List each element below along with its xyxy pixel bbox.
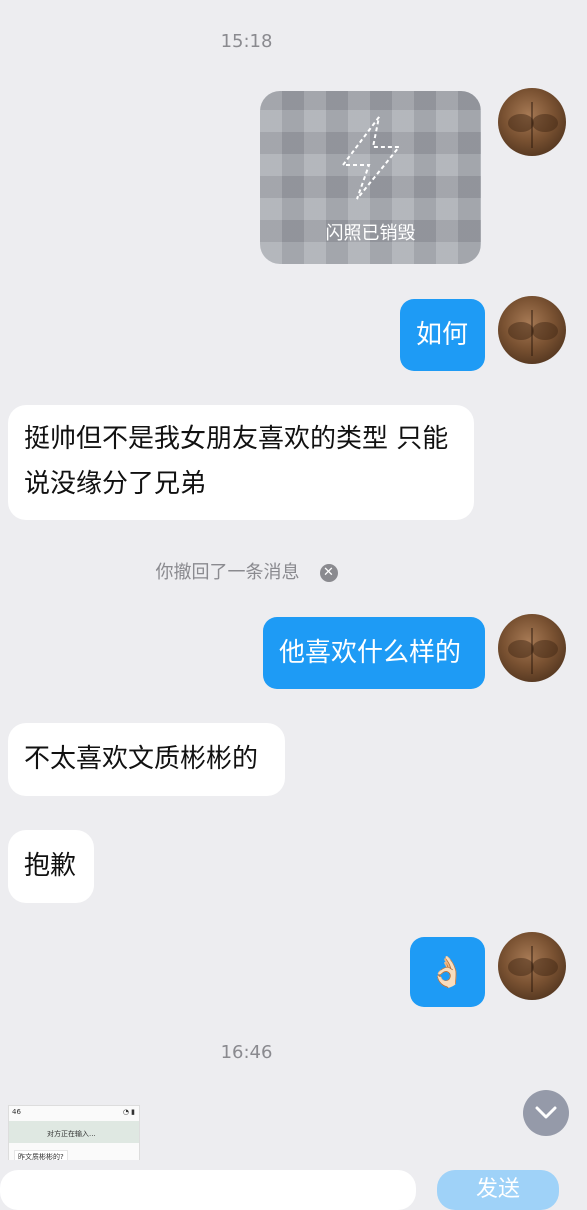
message-bubble-outgoing[interactable]: 如何 (400, 299, 485, 371)
message-bubble-outgoing-emoji[interactable]: 👌🏻 (410, 937, 485, 1007)
close-icon[interactable]: ✕ (319, 564, 338, 582)
scroll-to-bottom-button[interactable] (523, 1090, 569, 1136)
recall-notice: 你撤回了一条消息 ✕ (0, 558, 493, 584)
send-button[interactable]: 发送 (437, 1170, 559, 1210)
avatar[interactable] (498, 88, 566, 156)
timestamp: 16:46 (220, 1042, 273, 1063)
timestamp: 15:18 (220, 31, 273, 52)
avatar[interactable] (498, 932, 566, 1000)
recall-notice-text: 你撤回了一条消息 (155, 562, 300, 583)
message-bubble-incoming[interactable]: 抱歉 (8, 830, 94, 903)
message-bubble-incoming[interactable]: 不太喜欢文质彬彬的 (8, 723, 285, 796)
flash-photo[interactable]: 闪照已销毁 (260, 91, 481, 264)
message-bubble-outgoing[interactable]: 他喜欢什么样的 (263, 617, 485, 689)
thumb-status-left: 46 (12, 1108, 21, 1116)
avatar[interactable] (498, 614, 566, 682)
avatar[interactable] (498, 296, 566, 364)
message-input[interactable] (0, 1170, 416, 1210)
ok-hand-emoji: 👌🏻 (428, 954, 467, 990)
lightning-icon (341, 116, 402, 200)
flash-photo-label: 闪照已销毁 (325, 223, 416, 244)
wifi-icon: ◔ ▮ (122, 1108, 135, 1116)
chevron-down-icon (535, 1106, 557, 1119)
thumb-typing-text: 对方正在输入... (47, 1130, 96, 1138)
screenshot-thumbnail[interactable]: 46 ◔ ▮ 对方正在输入... 昨文质彬彬的? (8, 1105, 140, 1165)
message-bubble-incoming[interactable]: 挺帅但不是我女朋友喜欢的类型 只能说没缘分了兄弟 (8, 405, 474, 520)
